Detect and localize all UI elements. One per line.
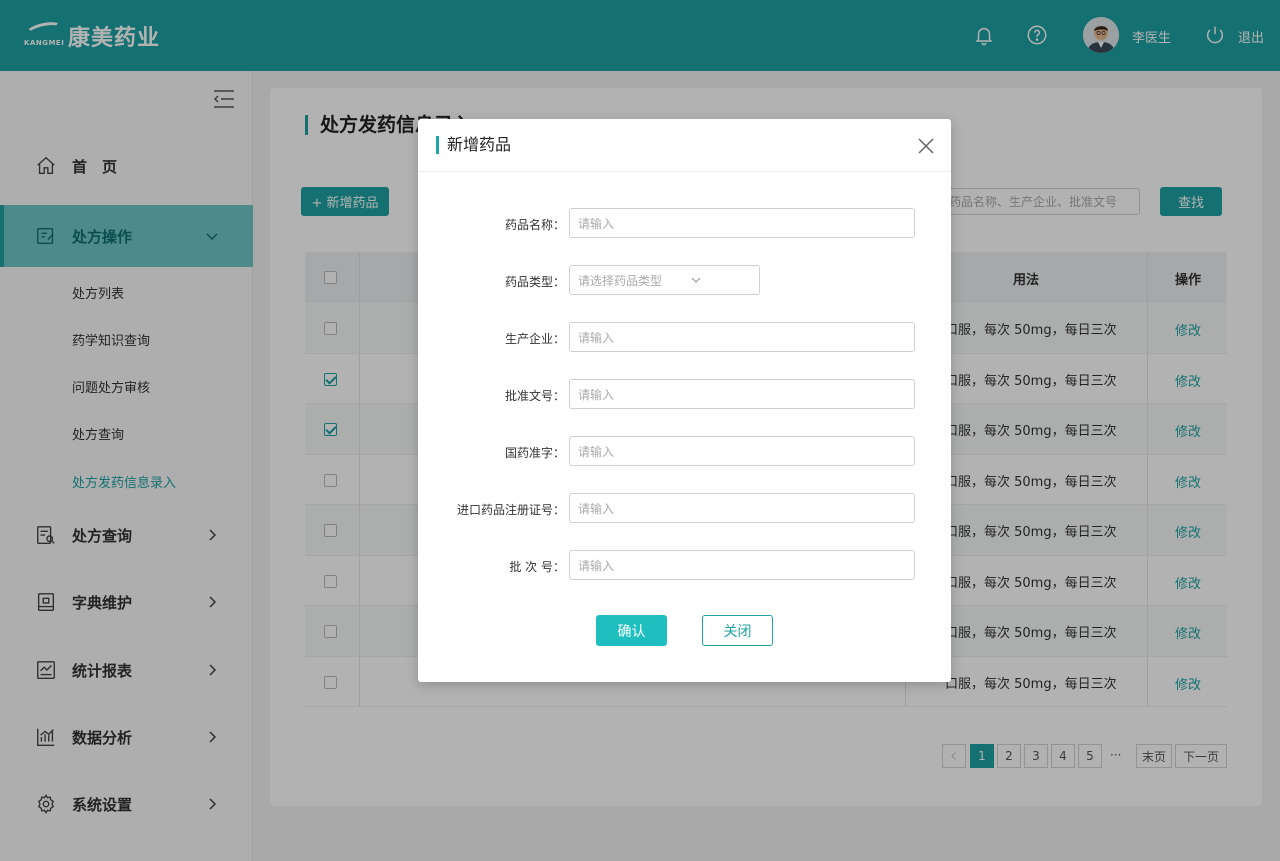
field-approval-number: 批准文号： 请输入 [418,379,951,409]
close-button[interactable]: 关闭 [702,615,773,646]
field-import-registration: 进口药品注册证号： 请输入 [418,493,951,523]
field-label: 生产企业： [504,332,565,346]
add-drug-dialog: 新增药品 药品名称： 请输入 药品类型： 请选择药品类型 生产企业： 请输入 批… [418,119,951,682]
field-label: 批准文号： [504,389,565,403]
field-national-drug-code: 国药准字： 请输入 [418,436,951,466]
field-label: 药品类型： [504,275,565,289]
field-label: 进口药品注册证号： [456,503,565,517]
drug-type-select[interactable]: 请选择药品类型 [569,265,760,295]
manufacturer-input[interactable]: 请输入 [569,322,915,352]
dialog-title: 新增药品 [436,136,511,154]
confirm-button[interactable]: 确认 [596,615,667,646]
field-manufacturer: 生产企业： 请输入 [418,322,951,352]
field-label: 国药准字： [504,446,565,460]
approval-number-input[interactable]: 请输入 [569,379,915,409]
batch-number-input[interactable]: 请输入 [569,550,915,580]
close-icon[interactable] [916,136,936,156]
select-placeholder: 请选择药品类型 [578,273,663,288]
field-batch-number: 批 次 号： 请输入 [418,550,951,580]
national-drug-code-input[interactable]: 请输入 [569,436,915,466]
dialog-header: 新增药品 [418,119,951,172]
drug-name-input[interactable]: 请输入 [569,208,915,238]
field-label: 批 次 号： [509,560,565,574]
chevron-down-icon [691,277,701,283]
field-label: 药品名称： [504,218,565,232]
import-registration-input[interactable]: 请输入 [569,493,915,523]
field-drug-type: 药品类型： 请选择药品类型 [418,265,951,295]
field-drug-name: 药品名称： 请输入 [418,208,951,238]
